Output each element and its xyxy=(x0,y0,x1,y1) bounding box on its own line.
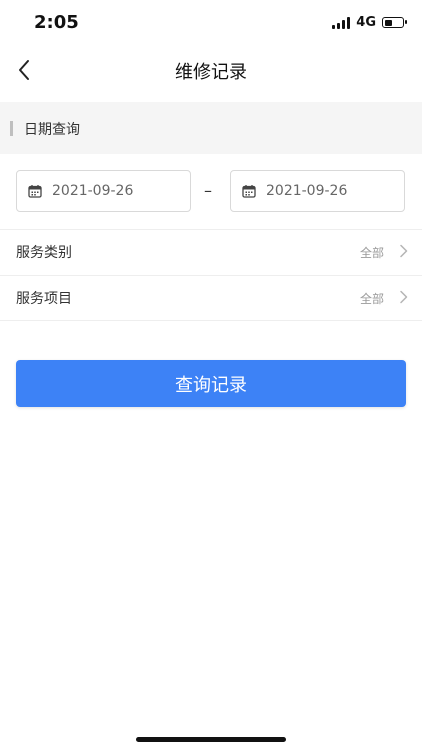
end-date-field[interactable]: 2021-09-26 xyxy=(230,170,405,212)
calendar-icon xyxy=(28,184,42,198)
end-date-value: 2021-09-26 xyxy=(266,183,348,199)
filter-label: 服务类别 xyxy=(16,245,72,261)
chevron-right-icon xyxy=(399,290,408,304)
section-header: 日期查询 xyxy=(0,102,422,154)
status-bar: 2:05 4G xyxy=(0,0,422,46)
filter-value: 全部 xyxy=(359,246,384,260)
filter-row-service-category[interactable]: 服务类别 全部 xyxy=(0,229,422,275)
start-date-value: 2021-09-26 xyxy=(52,183,134,199)
filter-value: 全部 xyxy=(359,292,384,306)
status-indicators: 4G xyxy=(332,15,407,30)
home-indicator[interactable] xyxy=(136,737,286,742)
page-title: 维修记录 xyxy=(175,62,247,83)
battery-fill xyxy=(384,19,392,26)
status-time: 2:05 xyxy=(34,12,79,33)
section-title: 日期查询 xyxy=(24,122,80,138)
chevron-right-icon xyxy=(399,244,408,258)
start-date-field[interactable]: 2021-09-26 xyxy=(16,170,191,212)
network-type: 4G xyxy=(356,15,376,30)
battery-icon xyxy=(382,17,407,28)
calendar-icon xyxy=(242,184,256,198)
date-separator: – xyxy=(204,181,212,200)
nav-bar: 维修记录 xyxy=(0,46,422,94)
section-accent-bar xyxy=(10,121,13,136)
divider xyxy=(0,320,422,321)
filter-label: 服务项目 xyxy=(16,291,72,307)
query-records-button[interactable]: 查询记录 xyxy=(16,360,406,407)
signal-icon xyxy=(332,16,351,29)
filter-row-service-item[interactable]: 服务项目 全部 xyxy=(0,275,422,321)
